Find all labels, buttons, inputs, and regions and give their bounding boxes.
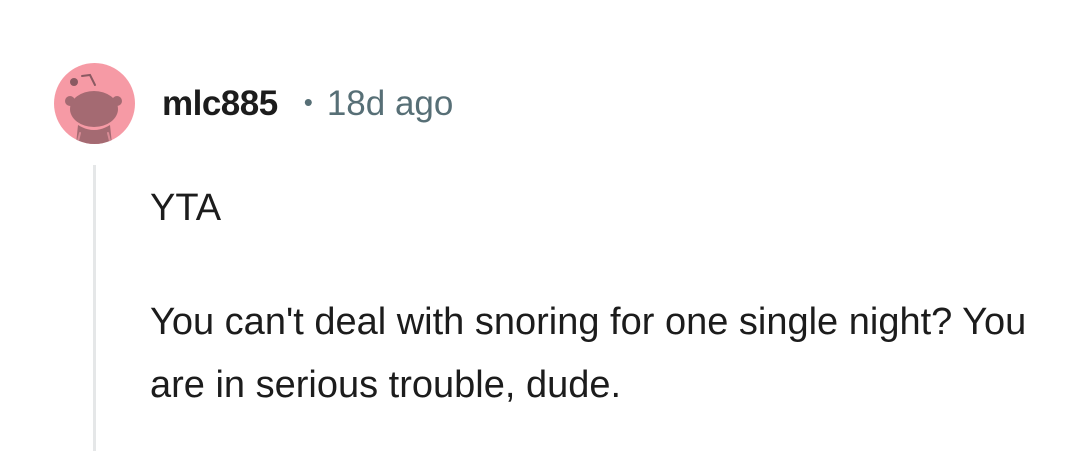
- reddit-snoo-avatar-icon: [65, 73, 122, 144]
- avatar[interactable]: [54, 63, 135, 144]
- comment-paragraph: You can't deal with snoring for one sing…: [150, 301, 1027, 406]
- timestamp[interactable]: 18d ago: [327, 84, 454, 124]
- username-link[interactable]: mlc885: [162, 84, 278, 124]
- comment-paragraph: YTA: [150, 187, 222, 229]
- meta-separator: •: [303, 86, 313, 117]
- comment-meta: mlc885 • 18d ago: [162, 84, 453, 124]
- comment-body: YTA You can't deal with snoring for one …: [150, 177, 1050, 417]
- thread-line[interactable]: [93, 165, 96, 451]
